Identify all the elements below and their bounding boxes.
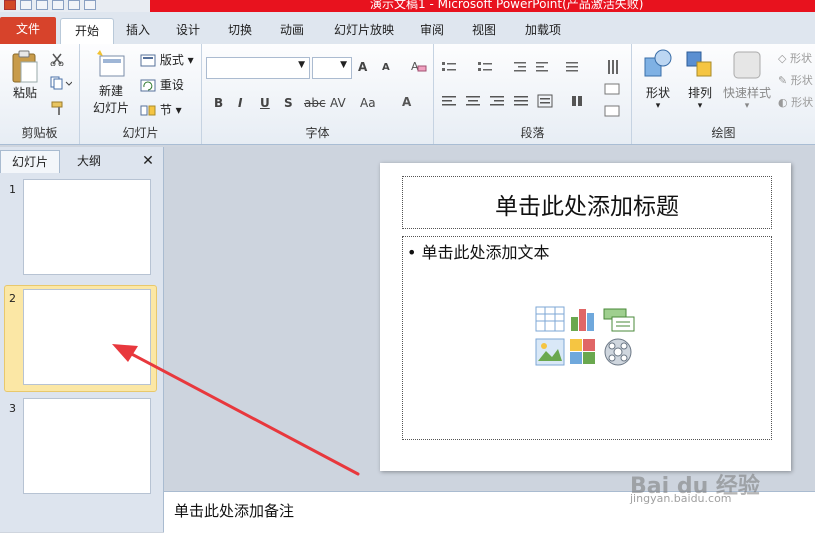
annotation-arrow — [112, 344, 360, 476]
baidu-watermark: Bai du 经验 jingyan.baidu.com — [630, 468, 760, 505]
watermark-url: jingyan.baidu.com — [630, 492, 732, 505]
